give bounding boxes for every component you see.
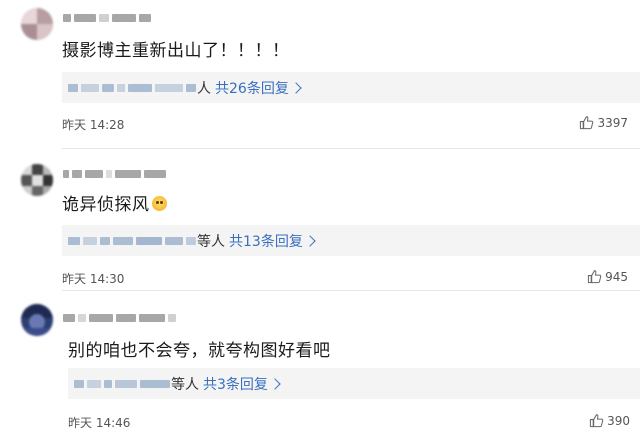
like-button[interactable]: 390 xyxy=(589,413,630,428)
reply-usernames-blurred xyxy=(74,379,170,388)
reply-usernames-blurred xyxy=(68,83,196,92)
avatar[interactable] xyxy=(21,304,53,336)
like-button[interactable]: 3397 xyxy=(579,115,628,130)
avatar[interactable] xyxy=(21,164,53,196)
like-button[interactable]: 945 xyxy=(587,269,628,284)
reply-preview[interactable]: 人 共26条回复 xyxy=(62,72,640,103)
surprised-face-icon xyxy=(151,196,167,211)
reply-suffix: 人 xyxy=(197,80,211,97)
reply-preview[interactable]: 等人 共13条回复 xyxy=(62,225,640,256)
reply-preview[interactable]: 等人 共3条回复 xyxy=(68,368,640,399)
comment-text: 诡异侦探风 xyxy=(62,190,167,215)
like-count: 390 xyxy=(607,413,630,428)
chevron-right-icon xyxy=(290,81,302,94)
divider xyxy=(62,148,640,149)
view-replies-link[interactable]: 共3条回复 xyxy=(203,374,281,394)
comment-item: 摄影博主重新出山了！！！！ 人 共26条回复 昨天 14:28 3397 xyxy=(0,0,640,150)
view-replies-link[interactable]: 共26条回复 xyxy=(215,78,302,98)
like-count: 3397 xyxy=(597,115,628,130)
comment-text: 摄影博主重新出山了！！！！ xyxy=(62,41,290,61)
username-blurred[interactable] xyxy=(63,313,176,323)
chevron-right-icon xyxy=(304,234,316,247)
thumbs-up-icon xyxy=(587,270,602,284)
thumbs-up-icon xyxy=(589,414,604,428)
avatar[interactable] xyxy=(21,8,53,40)
reply-suffix: 等人 xyxy=(171,376,199,393)
divider xyxy=(62,290,640,291)
reply-usernames-blurred xyxy=(68,236,196,245)
username-blurred[interactable] xyxy=(63,169,166,179)
view-replies-link[interactable]: 共13条回复 xyxy=(229,231,316,251)
comment-item: 诡异侦探风 等人 共13条回复 昨天 14:30 945 xyxy=(0,150,640,290)
comment-text: 别的咱也不会夸，就夸构图好看吧 xyxy=(68,341,331,361)
timestamp: 昨天 14:46 xyxy=(68,416,131,430)
thumbs-up-icon xyxy=(580,116,594,130)
reply-suffix: 等人 xyxy=(197,233,225,250)
username-blurred[interactable] xyxy=(63,13,151,23)
comment-item: 别的咱也不会夸，就夸构图好看吧 等人 共3条回复 昨天 14:46 390 xyxy=(0,292,640,432)
chevron-right-icon xyxy=(269,377,281,390)
like-count: 945 xyxy=(605,269,628,284)
timestamp: 昨天 14:28 xyxy=(62,118,125,132)
timestamp: 昨天 14:30 xyxy=(62,272,125,286)
